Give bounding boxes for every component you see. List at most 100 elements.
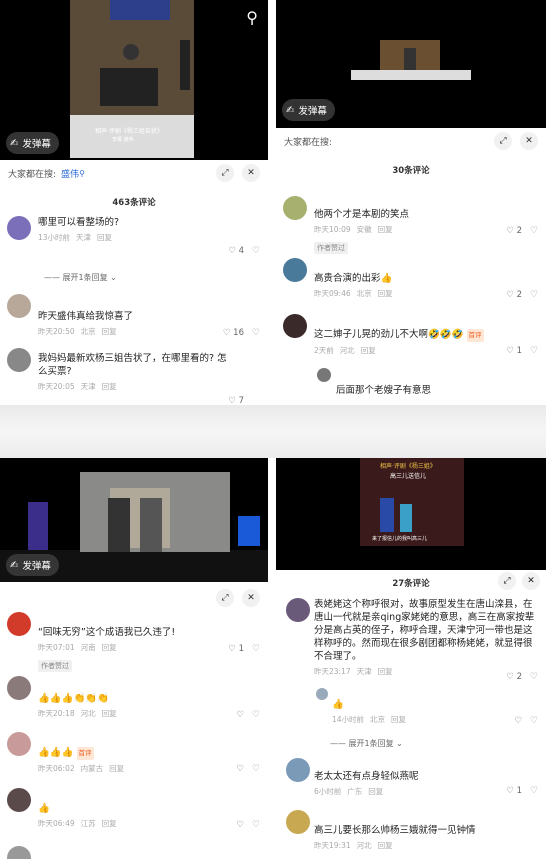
comment-time: 昨天23:17 [314, 667, 351, 676]
reply-button[interactable]: 回复 [378, 841, 393, 850]
dislike-icon[interactable]: ♡ [530, 346, 538, 356]
comment-location: 广东 [347, 787, 363, 796]
avatar[interactable] [7, 216, 31, 240]
avatar[interactable] [283, 314, 307, 338]
avatar[interactable] [317, 368, 331, 382]
dislike-icon[interactable]: ♡ [252, 820, 260, 830]
avatar[interactable] [7, 788, 31, 812]
close-icon[interactable]: ✕ [242, 164, 260, 182]
dislike-icon[interactable]: ♡ [530, 716, 538, 726]
dislike-icon[interactable]: ♡ [530, 672, 538, 682]
video-subtitle: 高三儿送信儿 [390, 472, 426, 480]
comment-location: 河北 [356, 841, 372, 850]
like-button[interactable]: ♡ 1 [506, 346, 522, 356]
reply-button[interactable]: 回复 [102, 819, 117, 828]
avatar[interactable] [283, 196, 307, 220]
comment-location: 天津 [356, 667, 372, 676]
comment-sheet: 大家都在搜: ⤢ ✕ 30条评论 他两个才是本剧的笑点 昨天10:09 安徽 回复 … [276, 128, 546, 405]
comment-text: 表姥姥这个称呼很对，故事原型发生在唐山滦县，在唐山一代就是亲qing家姥姥的意思… [314, 599, 535, 662]
avatar[interactable] [7, 294, 31, 318]
like-button[interactable]: ♡ 1 [506, 786, 522, 796]
avatar[interactable] [7, 612, 31, 636]
video-player[interactable]: ✍ 发弹幕 [0, 458, 268, 582]
search-icon[interactable]: ⚲ [246, 8, 258, 27]
comment-text: 老太太还有点身轻似燕呢 [314, 771, 419, 782]
like-button[interactable]: ♡ 2 [506, 672, 522, 682]
like-button[interactable]: ♡ 1 [228, 644, 244, 654]
reply-button[interactable]: 回复 [378, 667, 393, 676]
close-icon[interactable]: ✕ [242, 589, 260, 607]
dislike-icon[interactable]: ♡ [530, 226, 538, 236]
avatar[interactable] [7, 732, 31, 756]
expand-icon[interactable]: ⤢ [498, 572, 516, 590]
like-button[interactable]: ♡ 2 [506, 290, 522, 300]
avatar[interactable] [283, 258, 307, 282]
reply-button[interactable]: 回复 [102, 327, 117, 336]
dislike-icon[interactable]: ♡ [252, 644, 260, 654]
like-button[interactable]: ♡ [514, 716, 522, 726]
panel-top-right: ✍ 发弹幕 大家都在搜: ⤢ ✕ 30条评论 他两个才是本剧的笑点 昨天10:09… [276, 0, 546, 405]
like-button[interactable]: ♡ 2 [506, 226, 522, 236]
reply-button[interactable]: 回复 [378, 225, 393, 234]
like-button[interactable]: ♡ [236, 710, 244, 720]
comment-time: 14小时前 [332, 715, 365, 724]
video-player[interactable]: 相声·评剧《杨三姐》 高三儿送信儿 来了报信儿的我叫高三儿 [276, 458, 546, 570]
comment-text: “回味无穷”这个成语我已久违了! [38, 627, 176, 638]
comment-location: 安徽 [356, 225, 372, 234]
reply-button[interactable]: 回复 [368, 787, 383, 796]
dislike-icon[interactable]: ♡ [252, 328, 260, 338]
expand-icon[interactable]: ⤢ [494, 132, 512, 150]
expand-icon[interactable]: ⤢ [216, 589, 234, 607]
search-keyword[interactable]: 盛伟 [61, 167, 79, 180]
avatar[interactable] [7, 348, 31, 372]
avatar[interactable] [286, 598, 310, 622]
video-player[interactable]: 相声·评剧《杨三姐告状》 李菁 盛伟 ⚲ ✍ 发弹幕 [0, 0, 268, 160]
expand-icon[interactable]: ⤢ [216, 164, 234, 182]
dislike-icon[interactable]: ♡ [252, 246, 260, 256]
danmu-icon: ✍ [10, 559, 19, 571]
danmu-button[interactable]: ✍ 发弹幕 [6, 554, 59, 576]
close-icon[interactable]: ✕ [520, 132, 538, 150]
author-liked-tag: 作者赞过 [314, 242, 348, 254]
dislike-icon[interactable]: ♡ [252, 764, 260, 774]
close-icon[interactable]: ✕ [522, 572, 540, 590]
panel-bottom-right: 相声·评剧《杨三姐》 高三儿送信儿 来了报信儿的我叫高三儿 27条评论 ⤢ ✕ … [276, 458, 546, 859]
reply-button[interactable]: 回复 [378, 289, 393, 298]
reply-button[interactable]: 回复 [102, 643, 117, 652]
dislike-icon[interactable]: ♡ [530, 786, 538, 796]
like-button[interactable]: ♡ 4 [228, 246, 244, 256]
avatar[interactable] [286, 758, 310, 782]
dislike-icon[interactable]: ♡ [252, 710, 260, 720]
video-player[interactable]: ✍ 发弹幕 [276, 0, 546, 128]
avatar[interactable] [7, 846, 31, 859]
comment-text: 后面那个老嫂子有意思 [336, 385, 432, 396]
reply-button[interactable]: 回复 [361, 346, 376, 355]
reply-button[interactable]: 回复 [109, 764, 124, 773]
like-button[interactable]: ♡ [236, 764, 244, 774]
danmu-icon: ✍ [10, 137, 19, 149]
reply-button[interactable]: 回复 [391, 715, 406, 724]
reply-button[interactable]: 回复 [102, 709, 117, 718]
avatar[interactable] [316, 688, 328, 700]
danmu-button[interactable]: ✍ 发弹幕 [282, 99, 335, 121]
reply-button[interactable]: 回复 [97, 233, 112, 242]
video-caption-sub: 李菁 盛伟 [112, 136, 134, 143]
comment-time: 昨天20:50 [38, 327, 75, 336]
like-button[interactable]: ♡ 7 [228, 396, 244, 405]
avatar[interactable] [7, 676, 31, 700]
comment-text: 👍 [332, 699, 344, 710]
comment-text: 高三儿要长那么帅杨三娥就得一见钟情 [314, 825, 476, 836]
reply-button[interactable]: 回复 [102, 382, 117, 391]
comment-location: 北京 [356, 289, 372, 298]
avatar[interactable] [286, 810, 310, 834]
expand-replies[interactable]: —— 展开1条回复 ⌄ [44, 272, 117, 283]
dislike-icon[interactable]: ♡ [530, 290, 538, 300]
comment-location: 内蒙古 [80, 764, 104, 773]
expand-replies[interactable]: —— 展开1条回复 ⌄ [330, 738, 403, 749]
like-button[interactable]: ♡ [236, 820, 244, 830]
comment-location: 江苏 [80, 819, 96, 828]
danmu-icon: ✍ [286, 104, 295, 116]
danmu-button[interactable]: ✍ 发弹幕 [6, 132, 59, 154]
like-button[interactable]: ♡ 16 [223, 328, 244, 338]
sheet-header: 27条评论 ⤢ ✕ [276, 570, 546, 592]
